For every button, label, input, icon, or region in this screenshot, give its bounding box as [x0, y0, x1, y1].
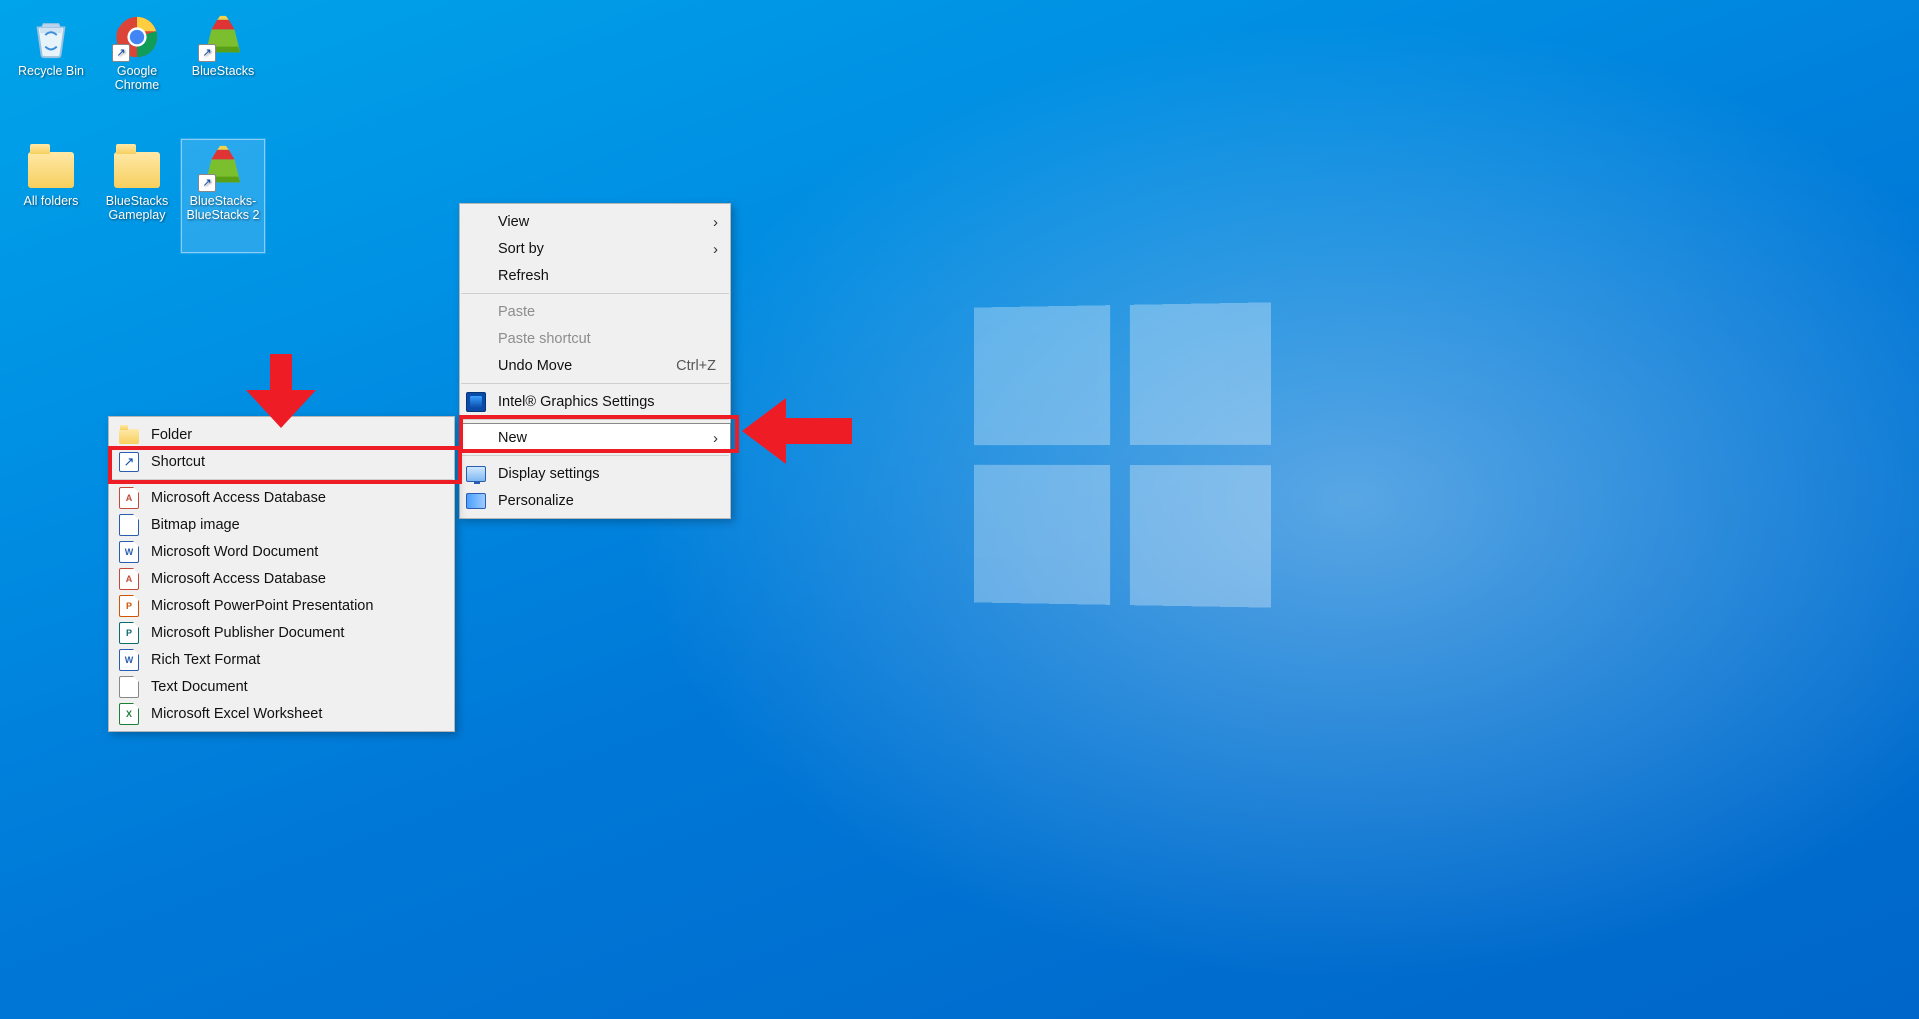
menu-item-label: Paste shortcut	[496, 331, 716, 347]
blank-icon	[466, 356, 486, 376]
menu-item-label: View	[496, 214, 716, 230]
desktop-icon-label: BlueStacks Gameplay	[94, 194, 180, 223]
menu-separator	[461, 293, 729, 294]
file-type-icon: A	[119, 569, 139, 589]
menu-item-label: Microsoft Excel Worksheet	[149, 706, 322, 722]
personalize-icon	[466, 491, 486, 511]
shortcut-overlay-icon: ↗	[198, 174, 216, 192]
windows-logo	[974, 302, 1271, 607]
shortcut-overlay-icon: ↗	[112, 44, 130, 62]
submenu-arrow-icon: ›	[713, 241, 718, 258]
submenu-item-microsoft-access-database[interactable]: A Microsoft Access Database	[109, 484, 454, 511]
blank-icon	[466, 428, 486, 448]
menu-item-label: Sort by	[496, 241, 716, 257]
menu-separator	[110, 479, 453, 480]
menu-item-undo-move[interactable]: Undo Move Ctrl+Z	[460, 352, 730, 379]
desktop-context-menu: View › Sort by › Refresh Paste Paste sho…	[459, 203, 731, 519]
menu-item-new[interactable]: New ›	[460, 424, 730, 451]
new-submenu: Folder ↗ Shortcut A Microsoft Access Data…	[108, 416, 455, 732]
menu-item-label: Display settings	[496, 466, 716, 482]
desktop-icon-google-chrome[interactable]: ↗ Google Chrome	[94, 8, 180, 124]
desktop-icon-label: All folders	[24, 194, 79, 208]
file-type-icon: A	[119, 488, 139, 508]
blank-icon	[466, 266, 486, 286]
folder-icon	[114, 144, 160, 190]
desktop[interactable]: Recycle Bin ↗ Google Chrome ↗ BlueStacks	[0, 0, 1919, 1019]
submenu-item-microsoft-powerpoint-presentation[interactable]: P Microsoft PowerPoint Presentation	[109, 592, 454, 619]
menu-item-label: Rich Text Format	[149, 652, 260, 668]
menu-item-paste-shortcut: Paste shortcut	[460, 325, 730, 352]
intel-icon	[466, 392, 486, 412]
annotation-arrow-left-icon	[742, 398, 852, 464]
desktop-icon-all-folders[interactable]: All folders	[8, 138, 94, 254]
file-type-icon: P	[119, 623, 139, 643]
submenu-arrow-icon: ›	[713, 430, 718, 447]
menu-item-label: New	[496, 430, 716, 446]
bluestacks-icon: ↗	[200, 144, 246, 190]
file-type-icon: P	[119, 596, 139, 616]
menu-item-personalize[interactable]: Personalize	[460, 487, 730, 514]
menu-item-label: Microsoft Access Database	[149, 490, 326, 506]
blank-icon	[466, 302, 486, 322]
menu-item-intel-graphics[interactable]: Intel® Graphics Settings	[460, 388, 730, 415]
desktop-icon-label: BlueStacks-BlueStacks 2	[180, 194, 266, 223]
submenu-item-microsoft-access-database[interactable]: A Microsoft Access Database	[109, 565, 454, 592]
bluestacks-icon: ↗	[200, 14, 246, 60]
submenu-item-microsoft-excel-worksheet[interactable]: X Microsoft Excel Worksheet	[109, 700, 454, 727]
desktop-icons: Recycle Bin ↗ Google Chrome ↗ BlueStacks	[8, 8, 266, 254]
shortcut-overlay-icon: ↗	[198, 44, 216, 62]
menu-item-label: Intel® Graphics Settings	[496, 394, 716, 410]
menu-item-label: Microsoft PowerPoint Presentation	[149, 598, 373, 614]
blank-icon	[466, 329, 486, 349]
submenu-item-bitmap-image[interactable]: Bitmap image	[109, 511, 454, 538]
submenu-item-microsoft-publisher-document[interactable]: P Microsoft Publisher Document	[109, 619, 454, 646]
menu-item-paste: Paste	[460, 298, 730, 325]
menu-item-label: Bitmap image	[149, 517, 240, 533]
menu-item-label: Microsoft Publisher Document	[149, 625, 344, 641]
blank-icon	[466, 239, 486, 259]
submenu-item-rich-text-format[interactable]: W Rich Text Format	[109, 646, 454, 673]
menu-item-label: Undo Move	[496, 358, 640, 374]
submenu-item-text-document[interactable]: Text Document	[109, 673, 454, 700]
desktop-icon-bluestacks-gameplay[interactable]: BlueStacks Gameplay	[94, 138, 180, 254]
menu-item-label: Paste	[496, 304, 716, 320]
file-type-icon: X	[119, 704, 139, 724]
submenu-arrow-icon: ›	[713, 214, 718, 231]
menu-item-sort-by[interactable]: Sort by ›	[460, 235, 730, 262]
desktop-icon-label: Google Chrome	[94, 64, 180, 93]
menu-item-label: Text Document	[149, 679, 248, 695]
menu-item-display-settings[interactable]: Display settings	[460, 460, 730, 487]
file-type-icon	[119, 677, 139, 697]
submenu-item-microsoft-word-document[interactable]: W Microsoft Word Document	[109, 538, 454, 565]
blank-icon	[466, 212, 486, 232]
menu-separator	[461, 419, 729, 420]
menu-item-view[interactable]: View ›	[460, 208, 730, 235]
folder-icon	[28, 144, 74, 190]
menu-item-label: Microsoft Word Document	[149, 544, 318, 560]
menu-item-label: Refresh	[496, 268, 716, 284]
menu-separator	[461, 455, 729, 456]
file-type-icon: W	[119, 542, 139, 562]
menu-item-label: Microsoft Access Database	[149, 571, 326, 587]
submenu-item-folder[interactable]: Folder	[109, 421, 454, 448]
desktop-icon-label: Recycle Bin	[18, 64, 84, 78]
recycle-bin-icon	[28, 14, 74, 60]
file-type-icon	[119, 515, 139, 535]
shortcut-icon: ↗	[119, 452, 139, 472]
desktop-icon-bluestacks-2[interactable]: ↗ BlueStacks-BlueStacks 2	[180, 138, 266, 254]
menu-separator	[461, 383, 729, 384]
file-type-icon: W	[119, 650, 139, 670]
menu-item-label: Folder	[149, 427, 192, 443]
desktop-icon-label: BlueStacks	[192, 64, 255, 78]
menu-item-label: Personalize	[496, 493, 716, 509]
desktop-icon-recycle-bin[interactable]: Recycle Bin	[8, 8, 94, 124]
menu-item-label: Shortcut	[149, 454, 205, 470]
menu-item-refresh[interactable]: Refresh	[460, 262, 730, 289]
desktop-icon-bluestacks[interactable]: ↗ BlueStacks	[180, 8, 266, 124]
folder-icon	[119, 425, 139, 445]
chrome-icon: ↗	[114, 14, 160, 60]
submenu-item-shortcut[interactable]: ↗ Shortcut	[109, 448, 454, 475]
menu-item-shortcut: Ctrl+Z	[650, 358, 716, 374]
monitor-icon	[466, 464, 486, 484]
